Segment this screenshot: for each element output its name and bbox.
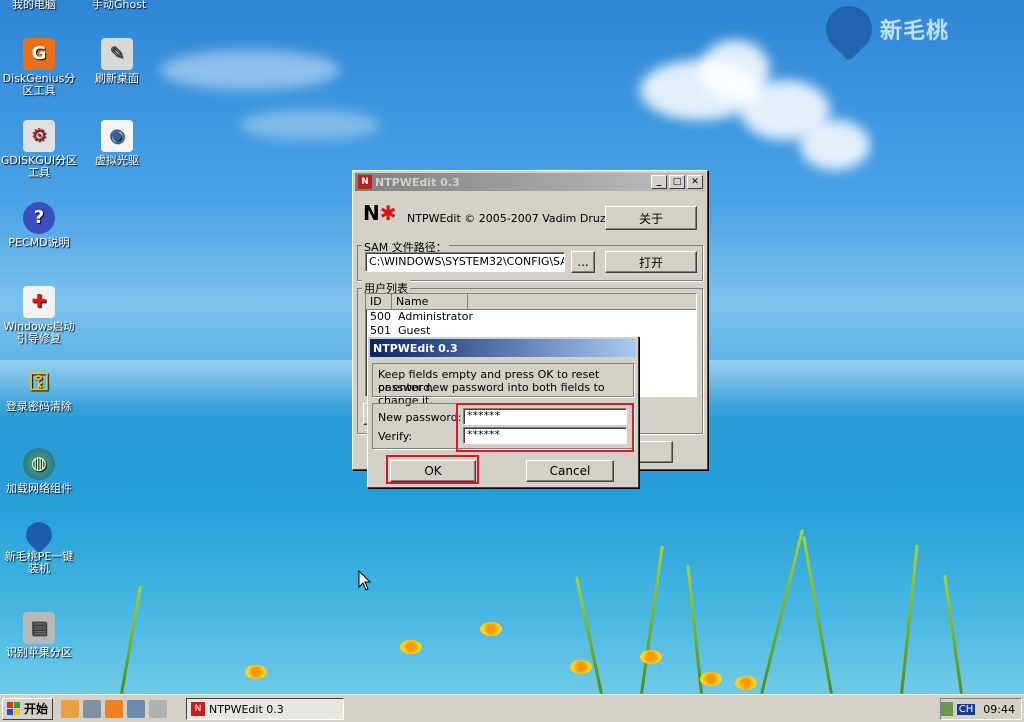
minimize-button[interactable]: _ xyxy=(651,175,667,189)
start-label: 开始 xyxy=(24,702,49,716)
start-button[interactable]: 开始 xyxy=(2,697,54,720)
diskgenius-icon: G xyxy=(23,38,55,70)
clock[interactable]: 09:44 xyxy=(983,703,1015,716)
cancel-button[interactable]: Cancel xyxy=(526,460,614,482)
sam-path-input[interactable]: C:\WINDOWS\SYSTEM32\CONFIG\SAM xyxy=(365,252,565,272)
desktop-icon-label: 刷新桌面 xyxy=(95,72,139,85)
desktop-icon-diskgenius[interactable]: G DiskGenius分 区工具 xyxy=(0,38,78,97)
quicklaunch-screenshot-icon[interactable] xyxy=(127,699,146,718)
peach-logo-icon xyxy=(816,0,882,62)
quicklaunch-explorer-icon[interactable] xyxy=(105,699,124,718)
refresh-desktop-icon: ✎ xyxy=(101,38,133,70)
desktop-icon-password-clear[interactable]: ⚿ 登录密码清除 xyxy=(0,366,78,413)
new-password-label: New password: xyxy=(378,411,462,424)
key-icon: ⚿ xyxy=(29,368,49,396)
close-button[interactable]: ✕ xyxy=(687,175,703,189)
desktop-icon-label: GDISKGUI分区 工具 xyxy=(0,154,78,179)
gdiskgui-icon: ⚙ xyxy=(23,120,55,152)
table-row[interactable]: 500 Administrator xyxy=(366,310,696,324)
maximize-button[interactable]: □ xyxy=(669,175,685,189)
quicklaunch-refresh-icon[interactable] xyxy=(83,699,102,718)
network-tray-icon[interactable] xyxy=(941,702,953,716)
column-header-name[interactable]: Name xyxy=(392,294,468,309)
taskbar-item-label: NTPWEdit 0.3 xyxy=(209,702,284,716)
desktop-icon-label: 识别苹果分区 xyxy=(6,646,72,659)
desktop-icon-network[interactable]: ◍ 加载网络组件 xyxy=(0,448,78,495)
desktop-icon-label: Windows启动 引导修复 xyxy=(3,320,75,345)
help-icon: ? xyxy=(23,202,55,234)
desktop-icon-pecmd[interactable]: ? PECMD说明 xyxy=(0,202,78,249)
virtual-cd-icon: ◉ xyxy=(101,120,133,152)
ntpwedit-task-icon: N xyxy=(191,702,205,716)
desktop-icon-gdiskgui[interactable]: ⚙ GDISKGUI分区 工具 xyxy=(0,120,78,179)
verify-label: Verify: xyxy=(378,430,413,443)
taskbar-item-ntpwedit[interactable]: N NTPWEdit 0.3 xyxy=(186,698,344,720)
desktop-icon-install[interactable]: 新毛桃PE一键 装机 xyxy=(0,516,78,575)
windows-logo-icon xyxy=(7,702,20,715)
desktop-icon-label: 登录密码清除 xyxy=(6,400,72,413)
dialog-titlebar[interactable]: NTPWEdit 0.3 xyxy=(370,339,636,357)
desktop-icon-label: 新毛桃PE一键 装机 xyxy=(4,550,74,575)
desktop-icon-label: 虚拟光驱 xyxy=(95,154,139,167)
network-globe-icon: ◍ xyxy=(23,448,55,480)
quicklaunch-diskgenius-icon[interactable] xyxy=(61,699,80,718)
desktop-icon-refresh[interactable]: ✎ 刷新桌面 xyxy=(78,38,156,85)
mouse-cursor-icon xyxy=(358,570,372,591)
desktop-icon-label: 加载网络组件 xyxy=(6,482,72,495)
about-button[interactable]: 关于 xyxy=(605,206,697,230)
ntpwedit-app-icon: N xyxy=(358,175,372,189)
user-id-cell: 500 xyxy=(370,310,391,323)
ok-button-highlight xyxy=(386,455,479,484)
language-indicator[interactable]: CH xyxy=(956,703,976,715)
desktop-icon-boot-repair[interactable]: ✚ Windows启动 引导修复 xyxy=(0,286,78,345)
desktop-label-manual-ghost[interactable]: 手动Ghost xyxy=(92,0,146,12)
install-peach-icon xyxy=(20,516,58,554)
user-list-header: ID Name xyxy=(366,294,696,310)
user-name-cell: Administrator xyxy=(398,310,473,323)
column-header-id[interactable]: ID xyxy=(366,294,392,309)
password-fields-highlight xyxy=(456,403,634,452)
main-window-title: NTPWEdit 0.3 xyxy=(375,175,460,189)
desktop-icon-virtual-cd[interactable]: ◉ 虚拟光驱 xyxy=(78,120,156,167)
quicklaunch-eraser-icon[interactable] xyxy=(149,699,168,718)
system-tray: CH 09:44 xyxy=(940,698,1022,720)
apple-partition-icon: ▤ xyxy=(23,612,55,644)
desktop-icon-apple-partition[interactable]: ▤ 识别苹果分区 xyxy=(0,612,78,659)
about-text: NTPWEdit © 2005-2007 Vadim Druzhin xyxy=(407,212,623,225)
taskbar: 开始 N NTPWEdit 0.3 CH 09:44 xyxy=(0,694,1024,722)
brand-logo-text: 新毛桃 xyxy=(880,19,950,44)
desktop-icon-label: DiskGenius分 区工具 xyxy=(2,72,76,97)
desktop-label-my-computer[interactable]: 我的电脑 xyxy=(12,0,56,12)
boot-repair-icon: ✚ xyxy=(23,286,55,318)
open-button[interactable]: 打开 xyxy=(605,251,697,273)
browse-button[interactable]: ... xyxy=(571,251,595,273)
brand-logo: 新毛桃 xyxy=(816,0,950,62)
main-window-titlebar[interactable]: N NTPWEdit 0.3 _ □ ✕ xyxy=(355,173,705,191)
ntpwedit-logo-icon: N✱ xyxy=(363,201,397,225)
dialog-title: NTPWEdit 0.3 xyxy=(373,341,458,355)
desktop-icon-label: PECMD说明 xyxy=(8,236,70,249)
